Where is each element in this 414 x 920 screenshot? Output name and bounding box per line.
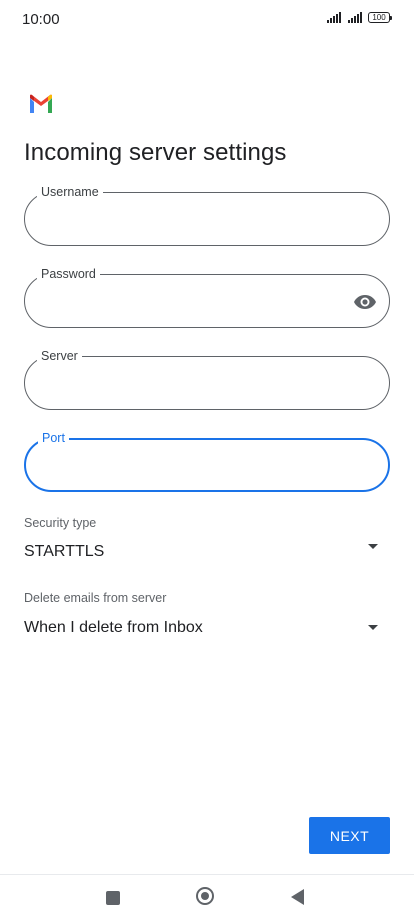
chevron-down-icon: [368, 544, 378, 549]
gmail-logo-icon: [30, 94, 52, 113]
delete-emails-label: Delete emails from server: [24, 591, 167, 605]
password-input[interactable]: [41, 275, 341, 327]
port-field[interactable]: Port: [24, 430, 390, 492]
home-icon[interactable]: [196, 887, 214, 905]
next-button[interactable]: NEXT: [309, 817, 390, 854]
navigation-bar: [0, 874, 414, 920]
username-input[interactable]: [41, 193, 341, 245]
back-icon[interactable]: [291, 889, 304, 905]
screen: 10:00 100 Incoming server settings Usern…: [0, 0, 414, 920]
eye-icon[interactable]: [353, 290, 377, 314]
server-input[interactable]: [41, 357, 341, 409]
status-icons: 100: [327, 12, 392, 23]
security-type-value: STARTTLS: [24, 543, 105, 560]
server-field[interactable]: Server: [24, 348, 390, 410]
page-title: Incoming server settings: [24, 139, 287, 166]
username-field[interactable]: Username: [24, 184, 390, 246]
signal-icon: [327, 12, 341, 23]
delete-emails-value: When I delete from Inbox: [24, 619, 203, 636]
battery-icon: 100: [368, 12, 392, 23]
chevron-down-icon: [368, 625, 378, 630]
port-input[interactable]: [42, 440, 342, 490]
signal-icon-2: [348, 12, 362, 23]
status-time: 10:00: [22, 11, 60, 28]
password-field[interactable]: Password: [24, 266, 390, 328]
security-type-label: Security type: [24, 516, 97, 530]
status-bar: 10:00 100: [0, 0, 414, 40]
recents-icon[interactable]: [106, 891, 120, 905]
